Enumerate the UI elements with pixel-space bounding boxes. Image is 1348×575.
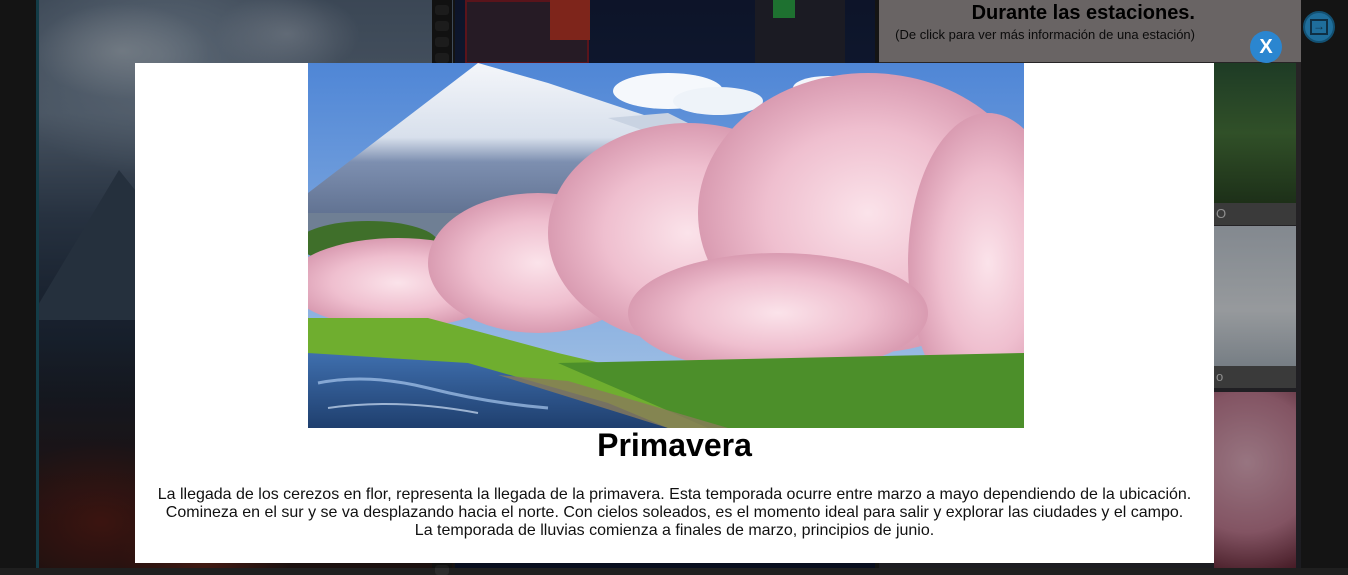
season-modal: Primavera La llegada de los cerezos en f…	[135, 63, 1214, 563]
spring-landscape-illustration	[308, 63, 1024, 428]
close-button[interactable]: X	[1250, 31, 1282, 63]
modal-title: Primavera	[597, 427, 752, 463]
arrow-right-box-icon: →	[1310, 19, 1328, 35]
next-arrow-button[interactable]: →	[1303, 11, 1335, 43]
modal-description: La llegada de los cerezos en flor, repre…	[157, 486, 1192, 539]
season-photo	[308, 63, 1024, 428]
